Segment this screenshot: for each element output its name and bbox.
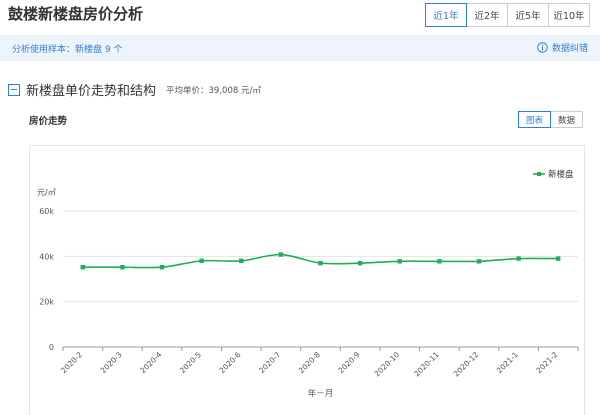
price-trend-chart: 0 20k 40k 60k 元/㎡ 2020-2 2020-3 2020-4 2020-5 202… (37, 169, 579, 399)
data-point (159, 265, 165, 270)
y-tick-label: 40k (39, 252, 54, 261)
data-point (397, 259, 402, 264)
x-axis-title: 年－月 (308, 388, 334, 399)
y-axis-unit: 元/㎡ (37, 188, 56, 197)
legend-label: 新楼盘 (548, 169, 574, 180)
data-point (555, 256, 561, 261)
legend-marker (537, 172, 541, 176)
x-tick-label: 2020-2 (59, 350, 84, 375)
data-point (199, 258, 204, 264)
x-tick-label: 2021-2 (534, 350, 559, 375)
data-point (278, 252, 284, 257)
x-tick-label: 2020-8 (297, 350, 322, 375)
x-tick-label: 2020-11 (412, 350, 441, 379)
x-tick-label: 2020-12 (452, 350, 481, 379)
data-point (318, 260, 323, 266)
x-tick-label: 2020-5 (178, 350, 203, 375)
x-tick-label: 2021-1 (495, 350, 520, 375)
x-tick-label: 2020-7 (257, 350, 282, 375)
y-tick-label: 60k (39, 207, 54, 216)
data-point (437, 259, 442, 264)
x-tick-label: 2020-10 (373, 350, 402, 379)
data-point (120, 265, 125, 270)
data-point (357, 260, 363, 266)
range-1-year-button[interactable]: 近1年 (425, 3, 467, 27)
x-tick-label: 2020-3 (99, 350, 124, 375)
x-tick-label: 2020-9 (336, 350, 361, 375)
data-point (516, 256, 521, 261)
x-tick-label: 2020-6 (218, 350, 243, 375)
y-tick-label: 20k (39, 298, 54, 307)
y-tick-label: 0 (49, 343, 54, 352)
data-point (476, 259, 482, 264)
data-point (80, 265, 86, 270)
chart-view-button[interactable]: 图表 (518, 111, 551, 128)
data-point (239, 258, 244, 264)
x-tick-label: 2020-4 (138, 350, 163, 375)
